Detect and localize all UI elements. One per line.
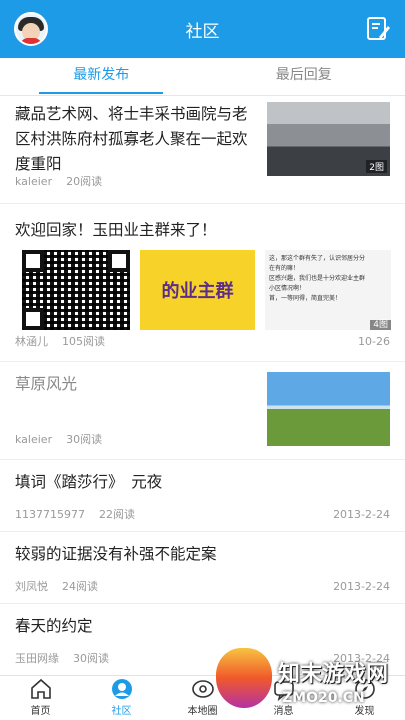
image-count-badge: 4图 bbox=[370, 320, 391, 330]
chat-screenshot-image[interactable]: 这，那这个群有失了，认识邻居分分 在有的嘛！ 区感兴趣，我们也是十分欢迎业主群 … bbox=[265, 250, 391, 330]
chat-line: 区感兴趣，我们也是十分欢迎业主群 bbox=[269, 275, 366, 282]
post-images: 的业主群 这，那这个群有失了，认识邻居分分 在有的嘛！ 区感兴趣，我们也是十分欢… bbox=[22, 250, 391, 330]
nav-label: 社区 bbox=[111, 706, 132, 717]
post-meta: 刘凤悦 24阅读 2013-2-24 bbox=[15, 578, 390, 594]
post-meta: 1137715977 22阅读 2013-2-24 bbox=[15, 506, 390, 522]
post-meta: 林涵儿 105阅读 10-26 bbox=[15, 333, 390, 349]
post-item[interactable]: 较弱的证据没有补强不能定案 刘凤悦 24阅读 2013-2-24 bbox=[0, 532, 405, 604]
post-item[interactable]: 欢迎回家！玉田业主群来了！ 的业主群 这，那这个群有失了，认识邻居分分 在有的嘛… bbox=[0, 204, 405, 362]
tab-bar: 最新发布 最后回复 bbox=[0, 58, 405, 96]
nav-label: 本地圈 bbox=[187, 706, 218, 717]
chat-line: 在有的嘛！ bbox=[269, 265, 300, 272]
banner-text: 的业主群 bbox=[161, 281, 234, 302]
user-avatar[interactable] bbox=[14, 12, 48, 46]
post-author: 刘凤悦 bbox=[15, 580, 48, 593]
tab-last-reply[interactable]: 最后回复 bbox=[203, 58, 405, 95]
post-thumbnail[interactable]: 2图 bbox=[267, 102, 390, 176]
post-reads: 30阅读 bbox=[73, 652, 109, 665]
post-title: 较弱的证据没有补强不能定案 bbox=[15, 545, 217, 563]
post-meta: kaleier 30阅读 bbox=[15, 431, 102, 447]
post-reads: 24阅读 bbox=[62, 580, 98, 593]
site-watermark: 知末游戏网 ZMO20.CN bbox=[216, 648, 401, 718]
nav-label: 首页 bbox=[30, 706, 51, 717]
post-author: 1137715977 bbox=[15, 507, 85, 521]
community-icon bbox=[111, 679, 132, 699]
post-author: 玉田网缘 bbox=[15, 652, 59, 665]
post-thumbnail[interactable] bbox=[267, 372, 390, 446]
post-reads: 30阅读 bbox=[66, 433, 103, 446]
chat-line: 这，那这个群有失了，认识邻居分分 bbox=[269, 255, 366, 262]
post-date: 10-26 bbox=[358, 334, 390, 348]
watermark-logo bbox=[216, 648, 272, 708]
post-title: 春天的约定 bbox=[15, 617, 93, 635]
nav-community[interactable]: 社区 bbox=[81, 676, 162, 720]
post-list: 藏品艺术网、将士丰采书画院与老区村洪陈府村孤寡老人聚在一起欢度重阳 kaleie… bbox=[0, 96, 405, 675]
post-date: 2013-2-24 bbox=[333, 579, 390, 593]
post-author: kaleier bbox=[15, 174, 53, 188]
compose-icon[interactable] bbox=[365, 16, 391, 42]
post-title: 藏品艺术网、将士丰采书画院与老区村洪陈府村孤寡老人聚在一起欢度重阳 bbox=[15, 105, 248, 173]
post-reads: 20阅读 bbox=[66, 175, 103, 188]
local-circle-icon bbox=[191, 680, 214, 698]
post-item[interactable]: 填词《踏莎行》 元夜 1137715977 22阅读 2013-2-24 bbox=[0, 460, 405, 532]
post-reads: 105阅读 bbox=[62, 335, 105, 348]
post-item[interactable]: 藏品艺术网、将士丰采书画院与老区村洪陈府村孤寡老人聚在一起欢度重阳 kaleie… bbox=[0, 96, 405, 204]
nav-home[interactable]: 首页 bbox=[0, 676, 81, 720]
post-title: 草原风光 bbox=[15, 375, 78, 393]
top-bar: 社区 bbox=[0, 0, 405, 58]
post-item[interactable]: 草原风光 kaleier 30阅读 bbox=[0, 362, 405, 460]
qr-code-image[interactable] bbox=[22, 250, 130, 330]
image-count-badge: 2图 bbox=[366, 160, 387, 173]
chat-line: 首，一等同得，简直完美！ bbox=[269, 295, 342, 302]
post-date: 2013-2-24 bbox=[333, 507, 390, 521]
post-title: 填词《踏莎行》 元夜 bbox=[15, 473, 163, 491]
post-author: 林涵儿 bbox=[15, 335, 48, 348]
chat-line: 小区情况啊！ bbox=[269, 285, 306, 292]
watermark-text: 知末游戏网 bbox=[278, 662, 389, 687]
post-reads: 22阅读 bbox=[99, 508, 135, 521]
watermark-url: ZMO20.CN bbox=[282, 690, 365, 706]
post-title: 欢迎回家！玉田业主群来了！ bbox=[15, 221, 217, 239]
group-banner-image[interactable]: 的业主群 bbox=[140, 250, 255, 330]
tab-latest[interactable]: 最新发布 bbox=[0, 58, 203, 95]
post-meta: kaleier 20阅读 bbox=[15, 173, 102, 189]
home-icon bbox=[30, 678, 51, 699]
post-author: kaleier bbox=[15, 432, 53, 446]
page-title: 社区 bbox=[185, 21, 220, 42]
avatar-body bbox=[20, 38, 42, 44]
